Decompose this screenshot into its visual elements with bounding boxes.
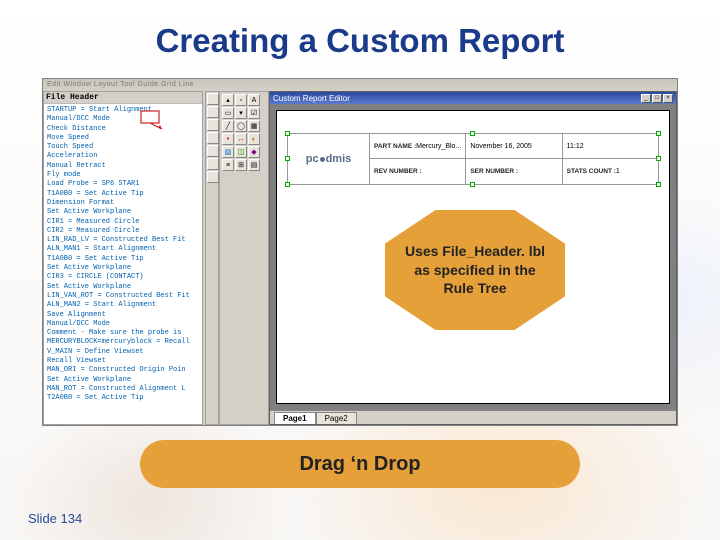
combo-tool-icon[interactable]: ▾ (235, 107, 247, 119)
sel-tool-icon[interactable]: ▫ (235, 94, 247, 106)
vertical-toolbar (205, 91, 219, 425)
logo-dot-icon (320, 157, 325, 162)
circ-tool-icon[interactable]: ◯ (235, 120, 247, 132)
zoom-icon[interactable] (207, 119, 219, 131)
callout-text: Uses File_Header. lbl as specified in th… (399, 242, 551, 299)
header-cell: PART NAME : Mercury_Blo... (370, 134, 466, 158)
header-cell: 11:12 (563, 134, 658, 158)
graph-tool-icon[interactable]: ◫ (235, 146, 247, 158)
page-tab[interactable]: Page2 (316, 412, 357, 424)
header-cell: SER NUMBER : (466, 159, 562, 184)
editor-titlebar: Custom Report Editor _□× (270, 92, 676, 104)
header-cell: STATS COUNT : 1 (563, 159, 658, 184)
program-tree-panel: File Header STARTUP = Start Alignment Ma… (43, 91, 203, 425)
window-button[interactable]: × (663, 94, 673, 103)
ptr-tool-icon[interactable]: ▴ (222, 94, 234, 106)
logo-cell: pcdmis (288, 134, 370, 184)
header-cell-value: November 16, 2005 (470, 143, 531, 150)
page-tab[interactable]: Page1 (274, 412, 316, 424)
line-tool-icon[interactable]: ╱ (222, 120, 234, 132)
tree-header[interactable]: File Header (44, 92, 202, 104)
header-cell: November 16, 2005 (466, 134, 562, 158)
tbl-tool-icon[interactable]: ▦ (248, 120, 260, 132)
line-icon[interactable] (207, 145, 219, 157)
drag-n-drop-label: Drag ‘n Drop (299, 453, 420, 476)
mark-icon[interactable] (207, 171, 219, 183)
window-buttons: _□× (641, 94, 673, 103)
header-cell-value: Mercury_Blo... (416, 143, 461, 150)
logo-text-right: dmis (326, 153, 352, 165)
txt-tool-icon[interactable]: A (248, 94, 260, 106)
app-screenshot: Edit Window Layout Tool Guide Grid Line … (42, 78, 678, 426)
arrow-icon[interactable] (207, 93, 219, 105)
page-tabs: Page1Page2 (270, 410, 676, 424)
hdr-tool-icon[interactable]: ≡ (222, 159, 234, 171)
toolbox-panel: ▴▫A ▭▾☑ ╱◯▦ •↔◐ ▧◫◆ ≡⊞▤ (219, 91, 269, 425)
chk-tool-icon[interactable]: ☑ (248, 107, 260, 119)
logo-text-left: pc (306, 153, 319, 165)
tree-listing: STARTUP = Start Alignment Manual/DCC Mod… (44, 104, 202, 406)
header-cell-label: SER NUMBER : (470, 168, 518, 175)
window-button[interactable]: _ (641, 94, 651, 103)
header-cell-value: 1 (616, 168, 620, 175)
window-button[interactable]: □ (652, 94, 662, 103)
ole-tool-icon[interactable]: ⊞ (235, 159, 247, 171)
gauge-tool-icon[interactable]: ◐ (248, 133, 260, 145)
slide-title: Creating a Custom Report (0, 22, 720, 60)
slide-number: Slide 134 (28, 511, 82, 526)
header-cell: REV NUMBER : (370, 159, 466, 184)
editor-title-text: Custom Report Editor (273, 94, 350, 103)
header-cell-label: REV NUMBER : (374, 168, 422, 175)
cad-tool-icon[interactable]: ◆ (248, 146, 260, 158)
lbl-tool-icon[interactable]: ▤ (248, 159, 260, 171)
dim-tool-icon[interactable]: ↔ (235, 133, 247, 145)
header-cell-value: 11:12 (567, 143, 584, 150)
header-info-grid: PART NAME : Mercury_Blo... November 16, … (370, 134, 658, 184)
img-tool-icon[interactable]: ▧ (222, 146, 234, 158)
rect-icon[interactable] (207, 158, 219, 170)
header-cell-label: PART NAME : (374, 143, 416, 150)
app-menubar: Edit Window Layout Tool Guide Grid Line (43, 79, 677, 91)
app-workarea: File Header STARTUP = Start Alignment Ma… (43, 91, 677, 425)
callout-bubble: Uses File_Header. lbl as specified in th… (385, 210, 565, 330)
text-icon[interactable] (207, 132, 219, 144)
hand-icon[interactable] (207, 106, 219, 118)
header-cell-label: STATS COUNT : (567, 168, 616, 175)
rect-tool-icon[interactable]: ▭ (222, 107, 234, 119)
pt-tool-icon[interactable]: • (222, 133, 234, 145)
file-header-block[interactable]: pcdmis PART NAME : Mercury_Blo... Novemb… (287, 133, 659, 185)
drag-n-drop-banner: Drag ‘n Drop (140, 440, 580, 488)
